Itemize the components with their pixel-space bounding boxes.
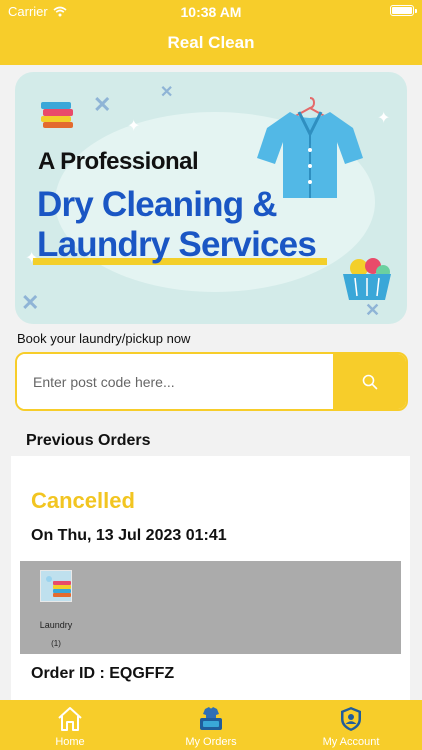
banner-headline-2: Dry Cleaning & [37, 185, 277, 224]
status-time: 10:38 AM [180, 4, 242, 20]
tab-home[interactable]: Home [40, 700, 100, 750]
search-button[interactable] [333, 354, 406, 409]
section-title-previous-orders: Previous Orders [26, 432, 151, 449]
decor-x-icon: ✕ [21, 290, 40, 315]
booking-label: Book your laundry/pickup now [17, 331, 191, 346]
tab-home-label: Home [55, 736, 85, 748]
battery-icon [390, 5, 417, 16]
tab-my-account[interactable]: My Account [313, 700, 389, 750]
tab-my-account-label: My Account [322, 736, 380, 748]
promo-banner: ✕ ✕ ✕ ✕ ✦ ✦ ✦ A Professional Dry Cleanin… [15, 72, 407, 324]
order-items-strip: Laundry (1) [20, 561, 401, 654]
tab-my-orders-label: My Orders [185, 736, 237, 748]
postcode-search [15, 352, 408, 411]
order-item-name: Laundry [39, 620, 73, 630]
page-title: Real Clean [167, 33, 255, 52]
search-icon [362, 374, 377, 389]
bottom-tab-bar: Home My Orders My Account [0, 700, 422, 750]
banner-headline-3: Laundry Services [37, 225, 317, 264]
order-id: Order ID : EQGFFZ [31, 665, 175, 682]
shield-user-icon [336, 704, 366, 734]
postcode-input[interactable] [17, 354, 335, 409]
banner-headline-1: A Professional [38, 148, 199, 175]
laundry-basket-icon [343, 258, 391, 300]
decor-x-icon: ✕ [93, 92, 112, 117]
decor-x-icon: ✕ [160, 84, 174, 101]
decor-plus-icon: ✦ [377, 110, 391, 127]
order-item-quantity: (1) [51, 639, 61, 648]
status-bar: Carrier 10:38 AM [0, 0, 422, 22]
order-status: Cancelled [31, 488, 135, 513]
app-header: Carrier 10:38 AM Real Clean [0, 0, 422, 65]
order-card[interactable]: Cancelled On Thu, 13 Jul 2023 01:41 Laun… [11, 456, 410, 716]
decor-plus-icon: ✦ [127, 118, 141, 135]
laundry-item-icon [40, 570, 72, 602]
decor-x-icon: ✕ [365, 300, 381, 320]
home-icon [55, 704, 85, 734]
order-date: On Thu, 13 Jul 2023 01:41 [31, 527, 227, 544]
folded-clothes-icon [41, 102, 73, 128]
tab-my-orders[interactable]: My Orders [175, 700, 247, 750]
laundry-basket-icon [196, 704, 226, 734]
